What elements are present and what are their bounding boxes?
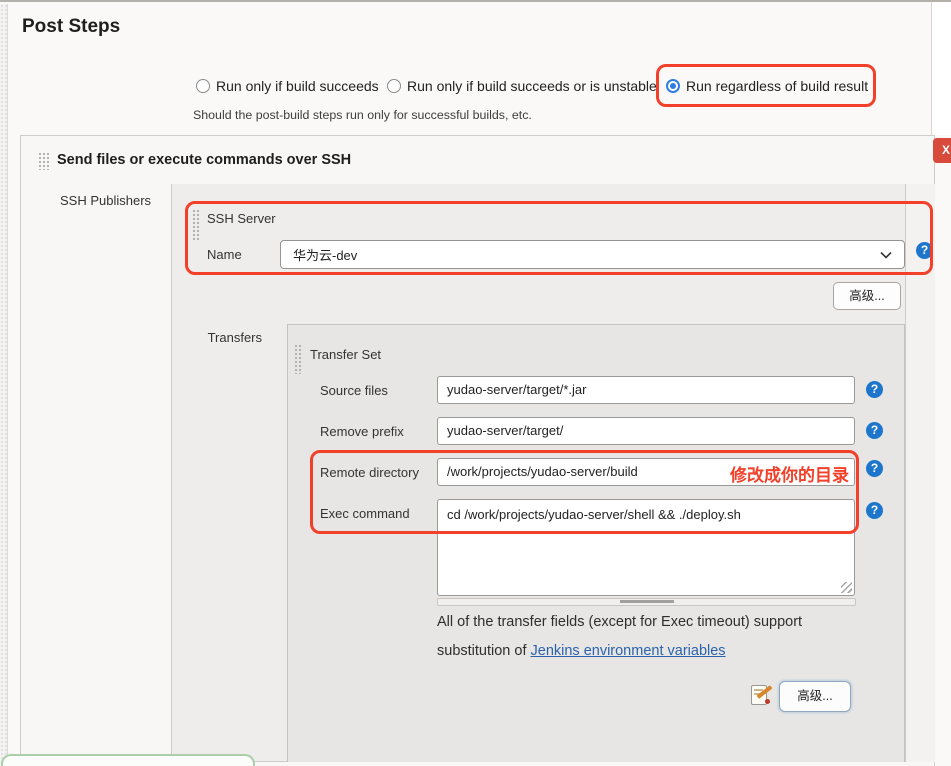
advanced-button-server[interactable]: 高级... [833,282,901,310]
remote-directory-annotation: 修改成你的目录 [640,461,849,486]
radio-label-run-if-succeeds[interactable]: Run only if build succeeds [216,78,379,94]
drag-handle-icon[interactable] [294,344,303,374]
help-icon[interactable]: ? [866,460,883,477]
source-files-label: Source files [320,383,388,398]
post-steps-page: Post Steps Run only if build succeeds Ru… [0,0,951,766]
chevron-down-icon [880,251,892,259]
ssh-server-name-select[interactable]: 华为云-dev [280,240,905,269]
help-icon[interactable]: ? [866,381,883,398]
remove-prefix-label: Remove prefix [320,424,404,439]
radio-run-regardless[interactable] [666,79,680,98]
help-icon[interactable]: ? [916,242,933,259]
page-title: Post Steps [22,16,120,38]
textarea-resize-grip-icon[interactable] [841,582,852,593]
transfers-label: Transfers [204,330,262,345]
help-icon[interactable]: ? [866,422,883,439]
radio-label-run-if-unstable[interactable]: Run only if build succeeds or is unstabl… [407,78,657,94]
advanced-button-transfer[interactable]: 高级... [779,681,851,712]
remote-directory-label: Remote directory [320,465,419,480]
content-right-edge [931,2,951,135]
close-step-button[interactable]: X [933,138,951,163]
exec-command-textarea[interactable]: cd /work/projects/yudao-server/shell && … [437,499,855,596]
help-icon[interactable]: ? [866,502,883,519]
drag-handle-icon[interactable] [38,152,50,170]
ssh-server-title: SSH Server [207,211,276,226]
tooltip-popup-top [1,754,255,766]
name-label: Name [207,247,242,262]
source-files-input[interactable]: yudao-server/target/*.jar [437,376,855,404]
transfer-note-line1: All of the transfer fields (except for E… [437,614,802,630]
ssh-server-name-value: 华为云-dev [293,245,357,264]
left-texture-strip [0,4,8,766]
radio-run-if-unstable[interactable] [387,79,401,98]
radio-label-run-regardless[interactable]: Run regardless of build result [686,78,868,94]
jenkins-env-vars-link[interactable]: Jenkins environment variables [531,643,726,659]
transfer-set-title: Transfer Set [310,347,381,362]
ssh-publishers-label: SSH Publishers [60,193,151,208]
step-title: Send files or execute commands over SSH [57,152,351,168]
transfer-note-line2: substitution of Jenkins environment vari… [437,643,726,659]
drag-bar-grip-icon [620,600,674,603]
post-steps-help-text: Should the post-build steps run only for… [193,108,532,122]
note-line2-prefix: substitution of [437,643,531,659]
radio-checked-icon[interactable] [666,79,680,93]
panel-right-strip [905,184,935,762]
exec-command-label: Exec command [320,506,410,521]
pencil-tip [765,699,770,704]
drag-handle-icon[interactable] [192,209,200,241]
edit-note-icon[interactable] [751,684,772,706]
radio-circle-icon[interactable] [387,79,401,93]
radio-run-if-succeeds[interactable] [196,79,210,98]
remove-prefix-input[interactable]: yudao-server/target/ [437,417,855,445]
radio-circle-icon[interactable] [196,79,210,93]
